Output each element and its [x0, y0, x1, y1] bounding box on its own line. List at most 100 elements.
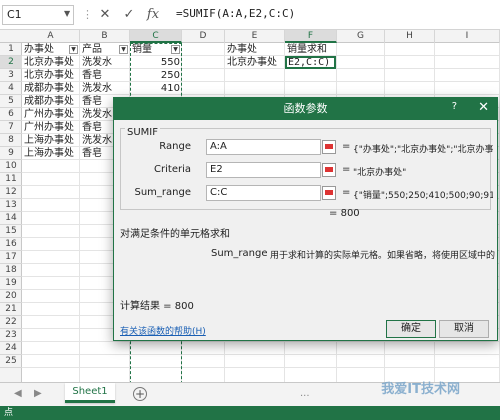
row-header-2[interactable]: 2 [0, 56, 22, 69]
row-header-10[interactable]: 10 [0, 160, 22, 173]
add-sheet-button[interactable]: + [133, 387, 147, 401]
watermark: 我爱IT技术网 [381, 382, 460, 397]
cell-a2[interactable]: 北京办事处 [22, 56, 80, 69]
tab-prev-icon[interactable]: ◀ [14, 388, 22, 399]
cell-a5[interactable]: 成都办事处 [22, 95, 80, 108]
arg-label-criteria: Criteria [154, 164, 191, 175]
equals-sign: = [342, 164, 351, 175]
arg-label-sum-range: Sum_range [134, 187, 191, 198]
row-header-18[interactable]: 18 [0, 264, 22, 277]
column-header-f[interactable]: F [285, 30, 337, 43]
equals-sign: = [342, 141, 351, 152]
column-header-c[interactable]: C [130, 30, 182, 43]
row-header-22[interactable]: 22 [0, 316, 22, 329]
range-result: {"办事处";"北京办事处";"北京办事处"; [353, 145, 493, 155]
row-headers: 1 2 3 4 5 6 7 8 9 10 11 12 13 14 15 16 17 18 19 20 21 22 23 24 2… [0, 43, 22, 382]
column-header-g[interactable]: G [337, 30, 385, 43]
argument-description: 用于求和计算的实际单元格。如果省略，将使用区域中的单元格 [270, 251, 495, 261]
active-cell[interactable]: E2,C:C) [285, 56, 336, 69]
collapse-dialog-icon[interactable] [322, 140, 336, 154]
row-header-25[interactable]: 25 [0, 355, 22, 368]
cell-f1[interactable]: 销量求和 [285, 43, 337, 56]
row-header-16[interactable]: 16 [0, 238, 22, 251]
collapse-dialog-icon[interactable] [322, 186, 336, 200]
cell-a8[interactable]: 上海办事处 [22, 134, 80, 147]
gridline [22, 367, 500, 368]
row-header-8[interactable]: 8 [0, 134, 22, 147]
row-header-24[interactable]: 24 [0, 342, 22, 355]
equals-sign: = [342, 187, 351, 198]
row-header-13[interactable]: 13 [0, 199, 22, 212]
gridline [22, 354, 500, 355]
column-header-d[interactable]: D [182, 30, 225, 43]
function-description: 对满足条件的单元格求和 [120, 229, 230, 240]
status-bar: 点 [0, 406, 500, 420]
row-header-12[interactable]: 12 [0, 186, 22, 199]
row-header-3[interactable]: 3 [0, 69, 22, 82]
row-header-21[interactable]: 21 [0, 303, 22, 316]
cell-e1[interactable]: 办事处 [225, 43, 285, 56]
formula-result: = 800 [329, 208, 360, 219]
filter-a-icon[interactable]: ▼ [69, 45, 78, 54]
cell-b4[interactable]: 洗发水 [80, 82, 130, 95]
cancel-icon[interactable]: ✕ [96, 6, 114, 24]
calculation-result: 计算结果 = 800 [120, 301, 194, 312]
column-header-e[interactable]: E [225, 30, 285, 43]
formula-result-value: 800 [340, 208, 360, 219]
sum-range-input[interactable]: C:C [206, 185, 321, 201]
column-header-a[interactable]: A [22, 30, 80, 43]
cell-b3[interactable]: 香皂 [80, 69, 130, 82]
function-arguments-dialog: 函数参数 ? ✕ SUMIF Range A:A = {"办事处";"北京办事处… [113, 97, 498, 341]
dialog-title: 函数参数 [114, 98, 497, 120]
row-header-6[interactable]: 6 [0, 108, 22, 121]
collapse-dialog-icon[interactable] [322, 163, 336, 177]
row-header-7[interactable]: 7 [0, 121, 22, 134]
cell-e2[interactable]: 北京办事处 [225, 56, 285, 69]
row-header-15[interactable]: 15 [0, 225, 22, 238]
column-headers: ABCDEFGHI [0, 30, 500, 43]
argument-name: Sum_range [211, 248, 268, 259]
row-header-1[interactable]: 1 [0, 43, 22, 56]
close-icon[interactable]: ✕ [478, 100, 489, 115]
row-header-5[interactable]: 5 [0, 95, 22, 108]
cancel-button[interactable]: 取消 [439, 320, 489, 338]
help-link[interactable]: 有关该函数的帮助(H) [120, 324, 206, 337]
column-header-h[interactable]: H [385, 30, 435, 43]
row-header-9[interactable]: 9 [0, 147, 22, 160]
enter-icon[interactable]: ✓ [120, 6, 138, 24]
ok-button[interactable]: 确定 [386, 320, 436, 338]
row-header-17[interactable]: 17 [0, 251, 22, 264]
row-header-11[interactable]: 11 [0, 173, 22, 186]
function-group: SUMIF Range A:A = {"办事处";"北京办事处";"北京办事处"… [120, 127, 493, 210]
divider-dots-icon: ⋮ [82, 8, 93, 21]
row-header-4[interactable]: 4 [0, 82, 22, 95]
tab-sheet1[interactable]: Sheet1 [65, 383, 115, 403]
gridline [22, 341, 500, 342]
function-name: SUMIF [125, 127, 160, 138]
criteria-input[interactable]: E2 [206, 162, 321, 178]
criteria-result: "北京办事处" [353, 168, 407, 178]
row-header-19[interactable]: 19 [0, 277, 22, 290]
insert-function-icon[interactable]: fx [144, 6, 162, 24]
cell-a3[interactable]: 北京办事处 [22, 69, 80, 82]
tab-next-icon[interactable]: ▶ [34, 388, 42, 399]
formula-input[interactable]: =SUMIF(A:A,E2,C:C) [172, 5, 498, 25]
column-header-i[interactable]: I [435, 30, 500, 43]
row-header-20[interactable]: 20 [0, 290, 22, 303]
range-input[interactable]: A:A [206, 139, 321, 155]
cell-a6[interactable]: 广州办事处 [22, 108, 80, 121]
filter-b-icon[interactable]: ▼ [119, 45, 128, 54]
row-header-14[interactable]: 14 [0, 212, 22, 225]
arg-label-range: Range [159, 141, 191, 152]
column-header-b[interactable]: B [80, 30, 130, 43]
help-icon[interactable]: ? [452, 101, 457, 112]
more-tabs-icon[interactable]: ... [300, 388, 310, 399]
cell-b2[interactable]: 洗发水 [80, 56, 130, 69]
cell-a7[interactable]: 广州办事处 [22, 121, 80, 134]
cell-a9[interactable]: 上海办事处 [22, 147, 80, 160]
row-header-23[interactable]: 23 [0, 329, 22, 342]
sum-range-result: {"销量";550;250;410;500;90;910;640 [353, 191, 493, 201]
chevron-down-icon[interactable]: ▼ [64, 9, 70, 18]
formula-bar: C1 ▼ ⋮ ✕ ✓ fx =SUMIF(A:A,E2,C:C) [0, 0, 500, 30]
cell-a4[interactable]: 成都办事处 [22, 82, 80, 95]
